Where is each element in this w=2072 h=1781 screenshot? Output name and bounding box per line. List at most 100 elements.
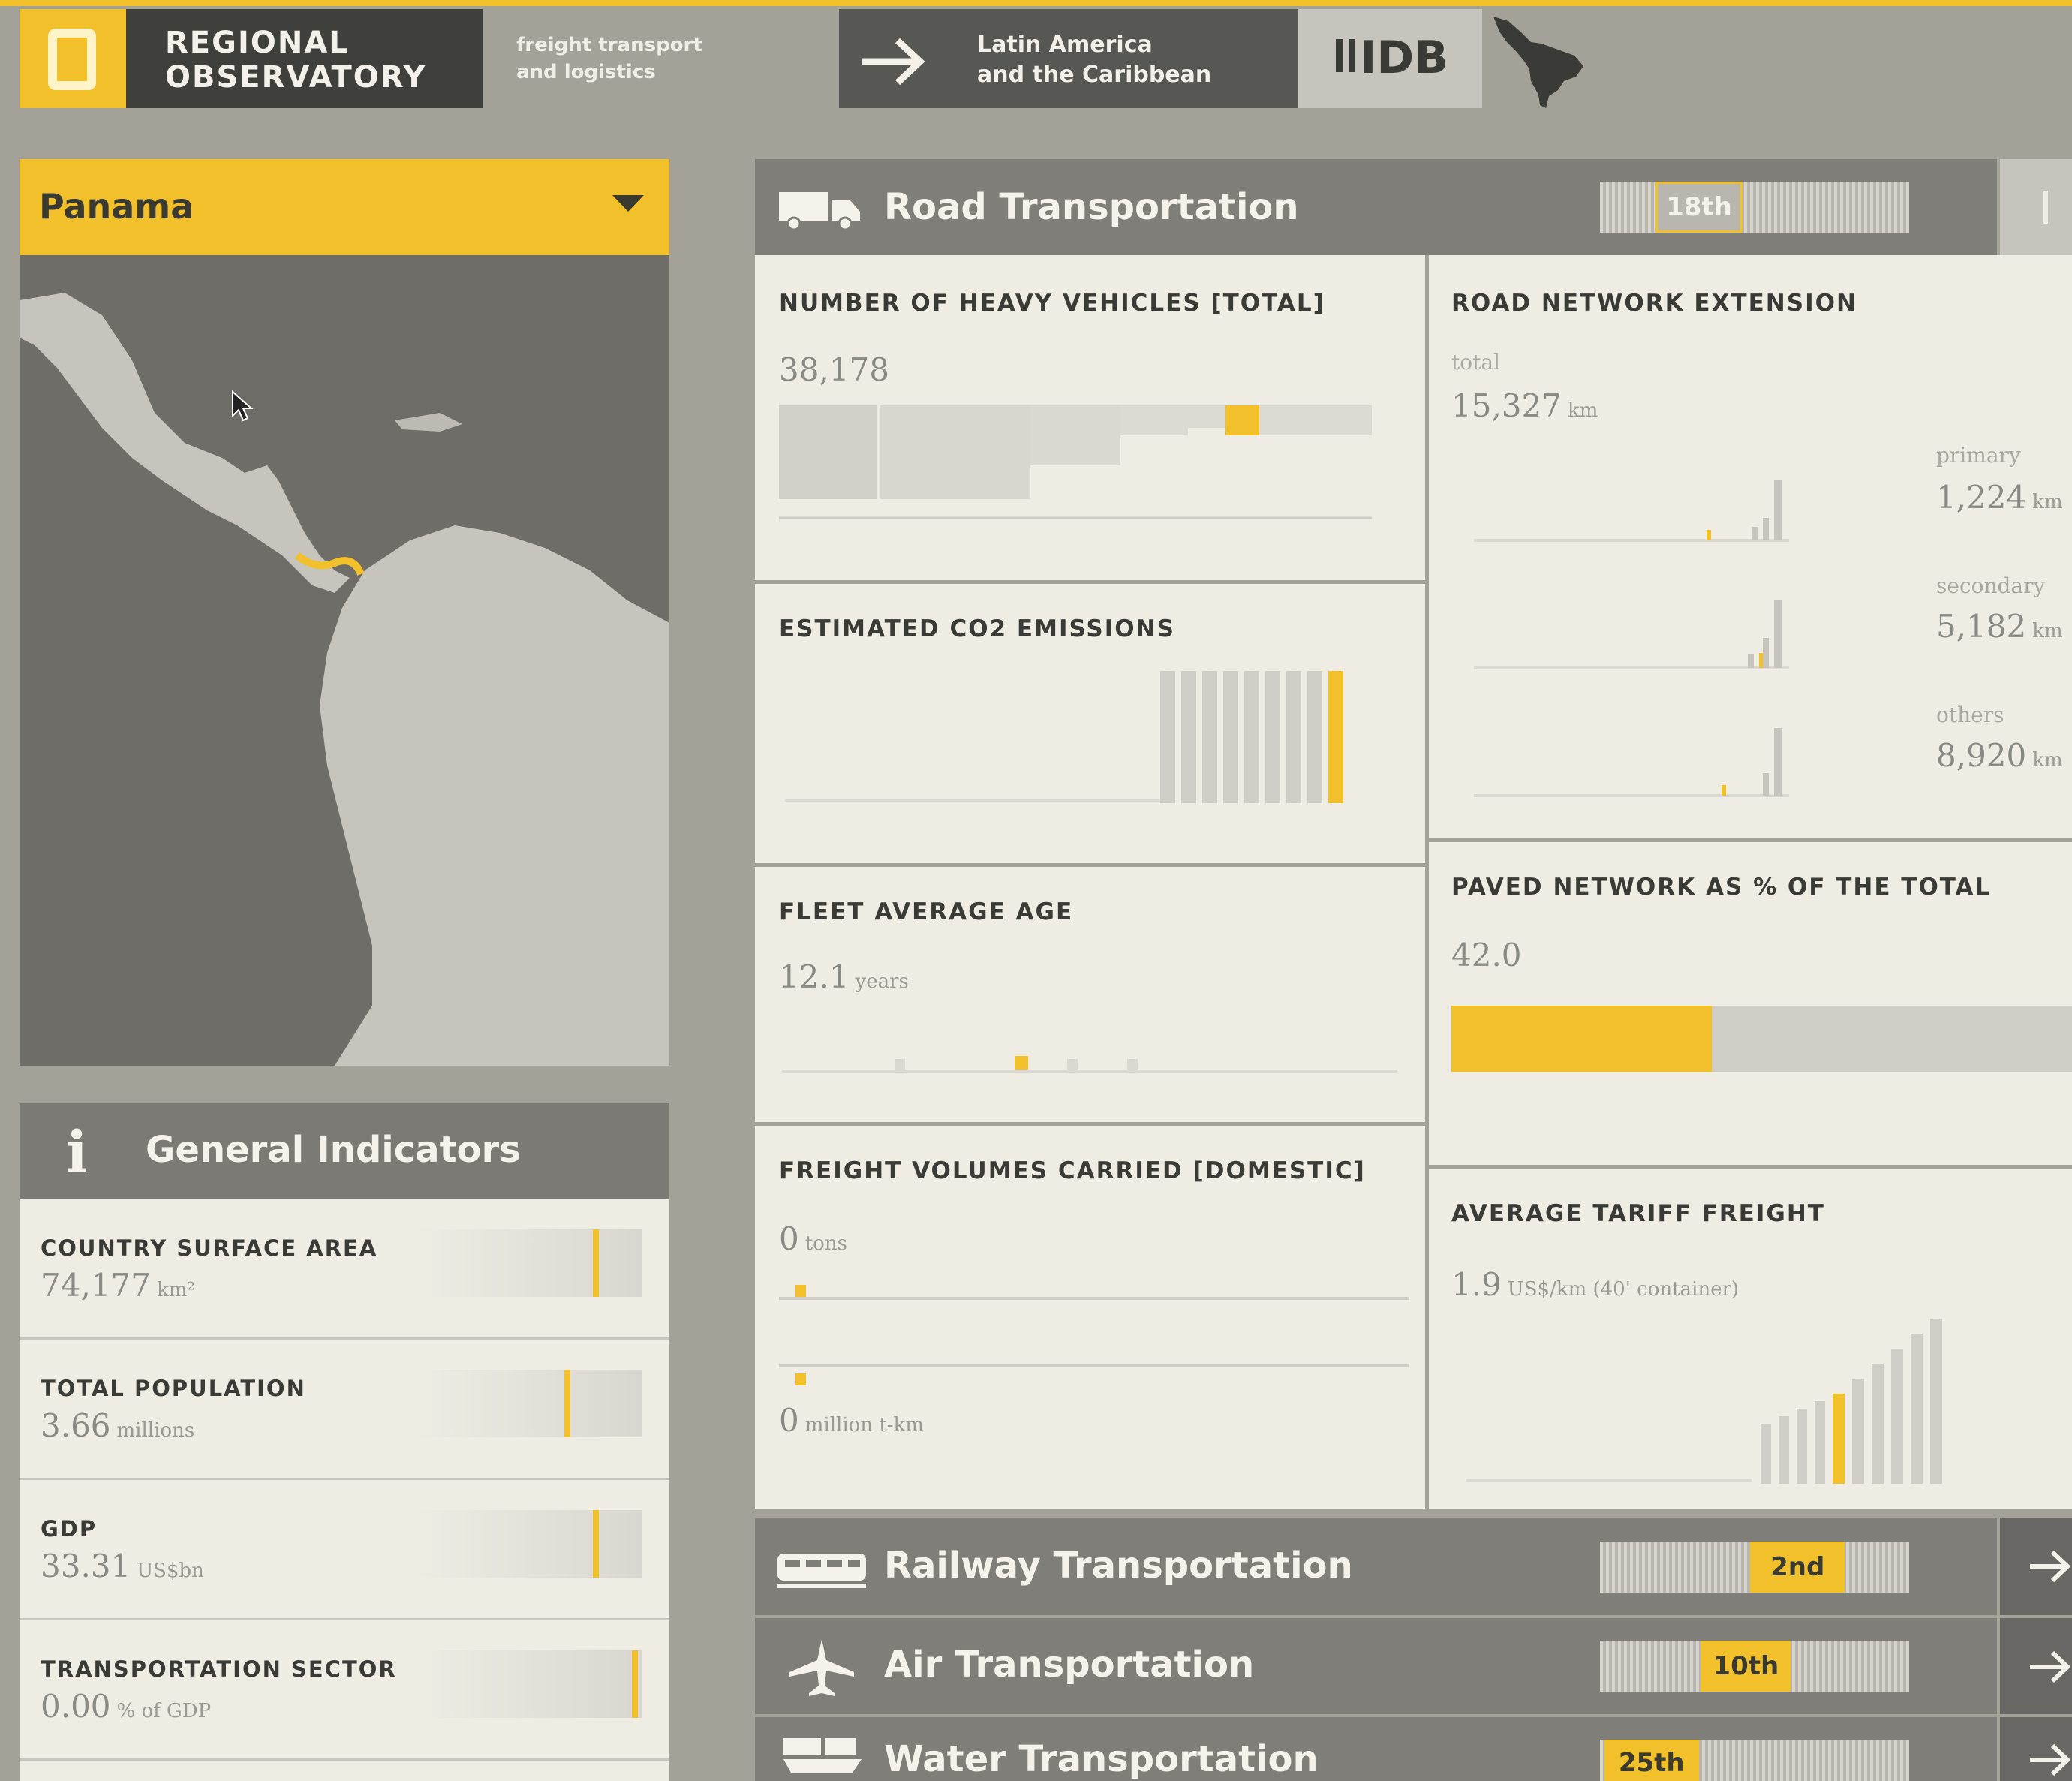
header-subtitle: freight transport and logistics: [516, 32, 741, 86]
truck-icon: [779, 192, 860, 231]
railway-rank-label: 2nd: [1770, 1552, 1825, 1582]
logo-title-box[interactable]: REGIONAL OBSERVATORY: [126, 9, 483, 108]
region-line-1: Latin America: [977, 32, 1153, 58]
freight-volume-tkm-value: 0: [779, 1402, 799, 1439]
paved-network-fill: [1451, 1006, 1713, 1072]
fleet-age-card[interactable]: FLEET AVERAGE AGE 12.1 years: [755, 867, 1425, 1122]
general-item-bar: [417, 1510, 642, 1578]
airplane-icon: [789, 1639, 854, 1696]
general-item-unit: % of GDP: [116, 1700, 212, 1722]
idb-logo[interactable]: IDB: [1298, 9, 1482, 108]
road-transportation-header[interactable]: Road Transportation 18th: [755, 159, 1997, 255]
region-box[interactable]: Latin America and the Caribbean: [839, 9, 1298, 108]
freight-volumes-card[interactable]: FREIGHT VOLUMES CARRIED [DOMESTIC] 0 tons…: [755, 1126, 1425, 1509]
country-select-value: Panama: [39, 186, 194, 227]
road-network-sparklines: [1474, 480, 1789, 797]
general-item-value: 33.31: [41, 1548, 131, 1584]
road-network-others-value: 8,920: [1936, 737, 2027, 774]
freight-volumes-title: FREIGHT VOLUMES CARRIED [DOMESTIC]: [779, 1157, 1366, 1184]
water-transportation-header[interactable]: Water Transportation 25th: [755, 1717, 1997, 1781]
arrow-down-icon: [2043, 191, 2048, 224]
air-rank-pill: 10th: [1701, 1641, 1791, 1692]
arrow-right-icon: [862, 38, 925, 86]
road-network-card[interactable]: ROAD NETWORK EXTENSION total 15,327 km pr…: [1429, 255, 2072, 838]
road-collapse-button[interactable]: [2000, 159, 2072, 255]
general-item-value: 74,177: [41, 1267, 151, 1304]
general-item-bar: [417, 1229, 642, 1297]
freight-volume-tons-value: 0: [779, 1220, 799, 1257]
road-network-unit: km: [2032, 749, 2063, 772]
tariff-freight-title: AVERAGE TARIFF FREIGHT: [1451, 1200, 1825, 1227]
co2-emissions-card[interactable]: ESTIMATED CO2 EMISSIONS: [755, 584, 1425, 863]
cursor-icon: [232, 390, 254, 422]
idb-text: IDB: [1360, 32, 1448, 84]
road-network-primary-label: primary: [1936, 443, 2021, 468]
general-indicators-header[interactable]: i General Indicators: [20, 1103, 669, 1199]
heavy-vehicles-card[interactable]: NUMBER OF HEAVY VEHICLES [TOTAL] 38,178: [755, 255, 1425, 580]
logo-line-1: REGIONAL: [165, 26, 350, 60]
general-item-unit: US$bn: [137, 1560, 204, 1582]
top-accent-line: [0, 0, 2072, 6]
railway-rank-pill: 2nd: [1750, 1542, 1845, 1593]
water-rank-pill: 25th: [1604, 1740, 1699, 1781]
country-select[interactable]: Panama: [20, 159, 669, 255]
general-item-value: 0.00: [41, 1688, 111, 1725]
train-icon: [777, 1554, 866, 1588]
water-transportation-title: Water Transportation: [884, 1738, 1319, 1780]
road-rank-bar: 18th: [1600, 182, 1909, 233]
arrow-right-icon: [2030, 1550, 2071, 1583]
freight-volume-tons-unit: tons: [804, 1232, 847, 1255]
general-item-bar: [417, 1650, 642, 1718]
road-network-unit: km: [2032, 620, 2063, 642]
paved-network-card[interactable]: PAVED NETWORK AS % OF THE TOTAL 42.0: [1429, 842, 2072, 1165]
road-rank-pill: 18th: [1655, 182, 1743, 233]
central-america-shape: [20, 293, 350, 593]
heavy-vehicles-chart: [779, 405, 1372, 519]
logo-line-2: OBSERVATORY: [165, 60, 427, 95]
fleet-age-value: 12.1: [779, 958, 850, 995]
info-icon: i: [66, 1118, 88, 1185]
railway-transportation-header[interactable]: Railway Transportation 2nd: [755, 1518, 1997, 1615]
railway-rank-bar: 2nd: [1600, 1542, 1909, 1593]
country-map[interactable]: [20, 255, 669, 1066]
idb-mark-icon: [1336, 39, 1355, 72]
road-transportation-title: Road Transportation: [884, 186, 1299, 228]
dropdown-arrow-icon[interactable]: [609, 191, 647, 216]
general-item-bar: [417, 1370, 642, 1437]
general-item-unit: millions: [116, 1419, 195, 1442]
subtitle-line-2: and logistics: [516, 61, 656, 83]
paved-network-bar: [1451, 1006, 2072, 1072]
fleet-age-chart: [782, 1056, 1397, 1073]
general-indicators-title: General Indicators: [146, 1129, 521, 1171]
heavy-vehicles-title: NUMBER OF HEAVY VEHICLES [TOTAL]: [779, 290, 1325, 317]
fleet-age-title: FLEET AVERAGE AGE: [779, 898, 1074, 925]
logo-mark-icon: [48, 29, 96, 90]
general-item[interactable]: GDP 33.31 US$bn: [20, 1480, 669, 1618]
tariff-freight-card[interactable]: AVERAGE TARIFF FREIGHT 1.9 US$/km (40' co…: [1429, 1169, 2072, 1509]
air-rank-label: 10th: [1713, 1651, 1779, 1681]
road-network-secondary-value: 5,182: [1936, 608, 2027, 645]
arrow-right-icon: [2030, 1743, 2071, 1776]
air-expand-button[interactable]: [2000, 1618, 2072, 1714]
air-transportation-header[interactable]: Air Transportation 10th: [755, 1618, 1997, 1714]
road-rank-label: 18th: [1666, 192, 1732, 222]
general-item[interactable]: COUNTRY SURFACE AREA 74,177 km²: [20, 1199, 669, 1337]
co2-emissions-chart: [785, 671, 1343, 803]
logo-box[interactable]: [20, 9, 126, 108]
air-rank-bar: 10th: [1600, 1641, 1909, 1692]
general-indicators-panel: COUNTRY SURFACE AREA 74,177 km² TOTAL POP…: [20, 1199, 669, 1781]
map-svg: [20, 293, 669, 1066]
paved-network-title: PAVED NETWORK AS % OF THE TOTAL: [1451, 874, 1992, 901]
fleet-age-unit: years: [855, 970, 909, 993]
railway-expand-button[interactable]: [2000, 1518, 2072, 1615]
tariff-freight-chart: [1466, 1319, 1942, 1484]
water-expand-button[interactable]: [2000, 1717, 2072, 1781]
general-item[interactable]: TRANSPORTATION SECTOR 0.00% of GDP: [20, 1620, 669, 1758]
railway-transportation-title: Railway Transportation: [884, 1545, 1353, 1587]
general-item[interactable]: TOTAL POPULATION 3.66 millions: [20, 1340, 669, 1478]
general-item-label: TRANSPORTATION SECTOR: [41, 1656, 397, 1682]
water-rank-bar: 25th: [1600, 1740, 1909, 1781]
south-america-shape: [320, 525, 669, 1066]
freight-volumes-chart: [779, 1285, 1409, 1385]
road-network-total-label: total: [1451, 350, 1501, 375]
